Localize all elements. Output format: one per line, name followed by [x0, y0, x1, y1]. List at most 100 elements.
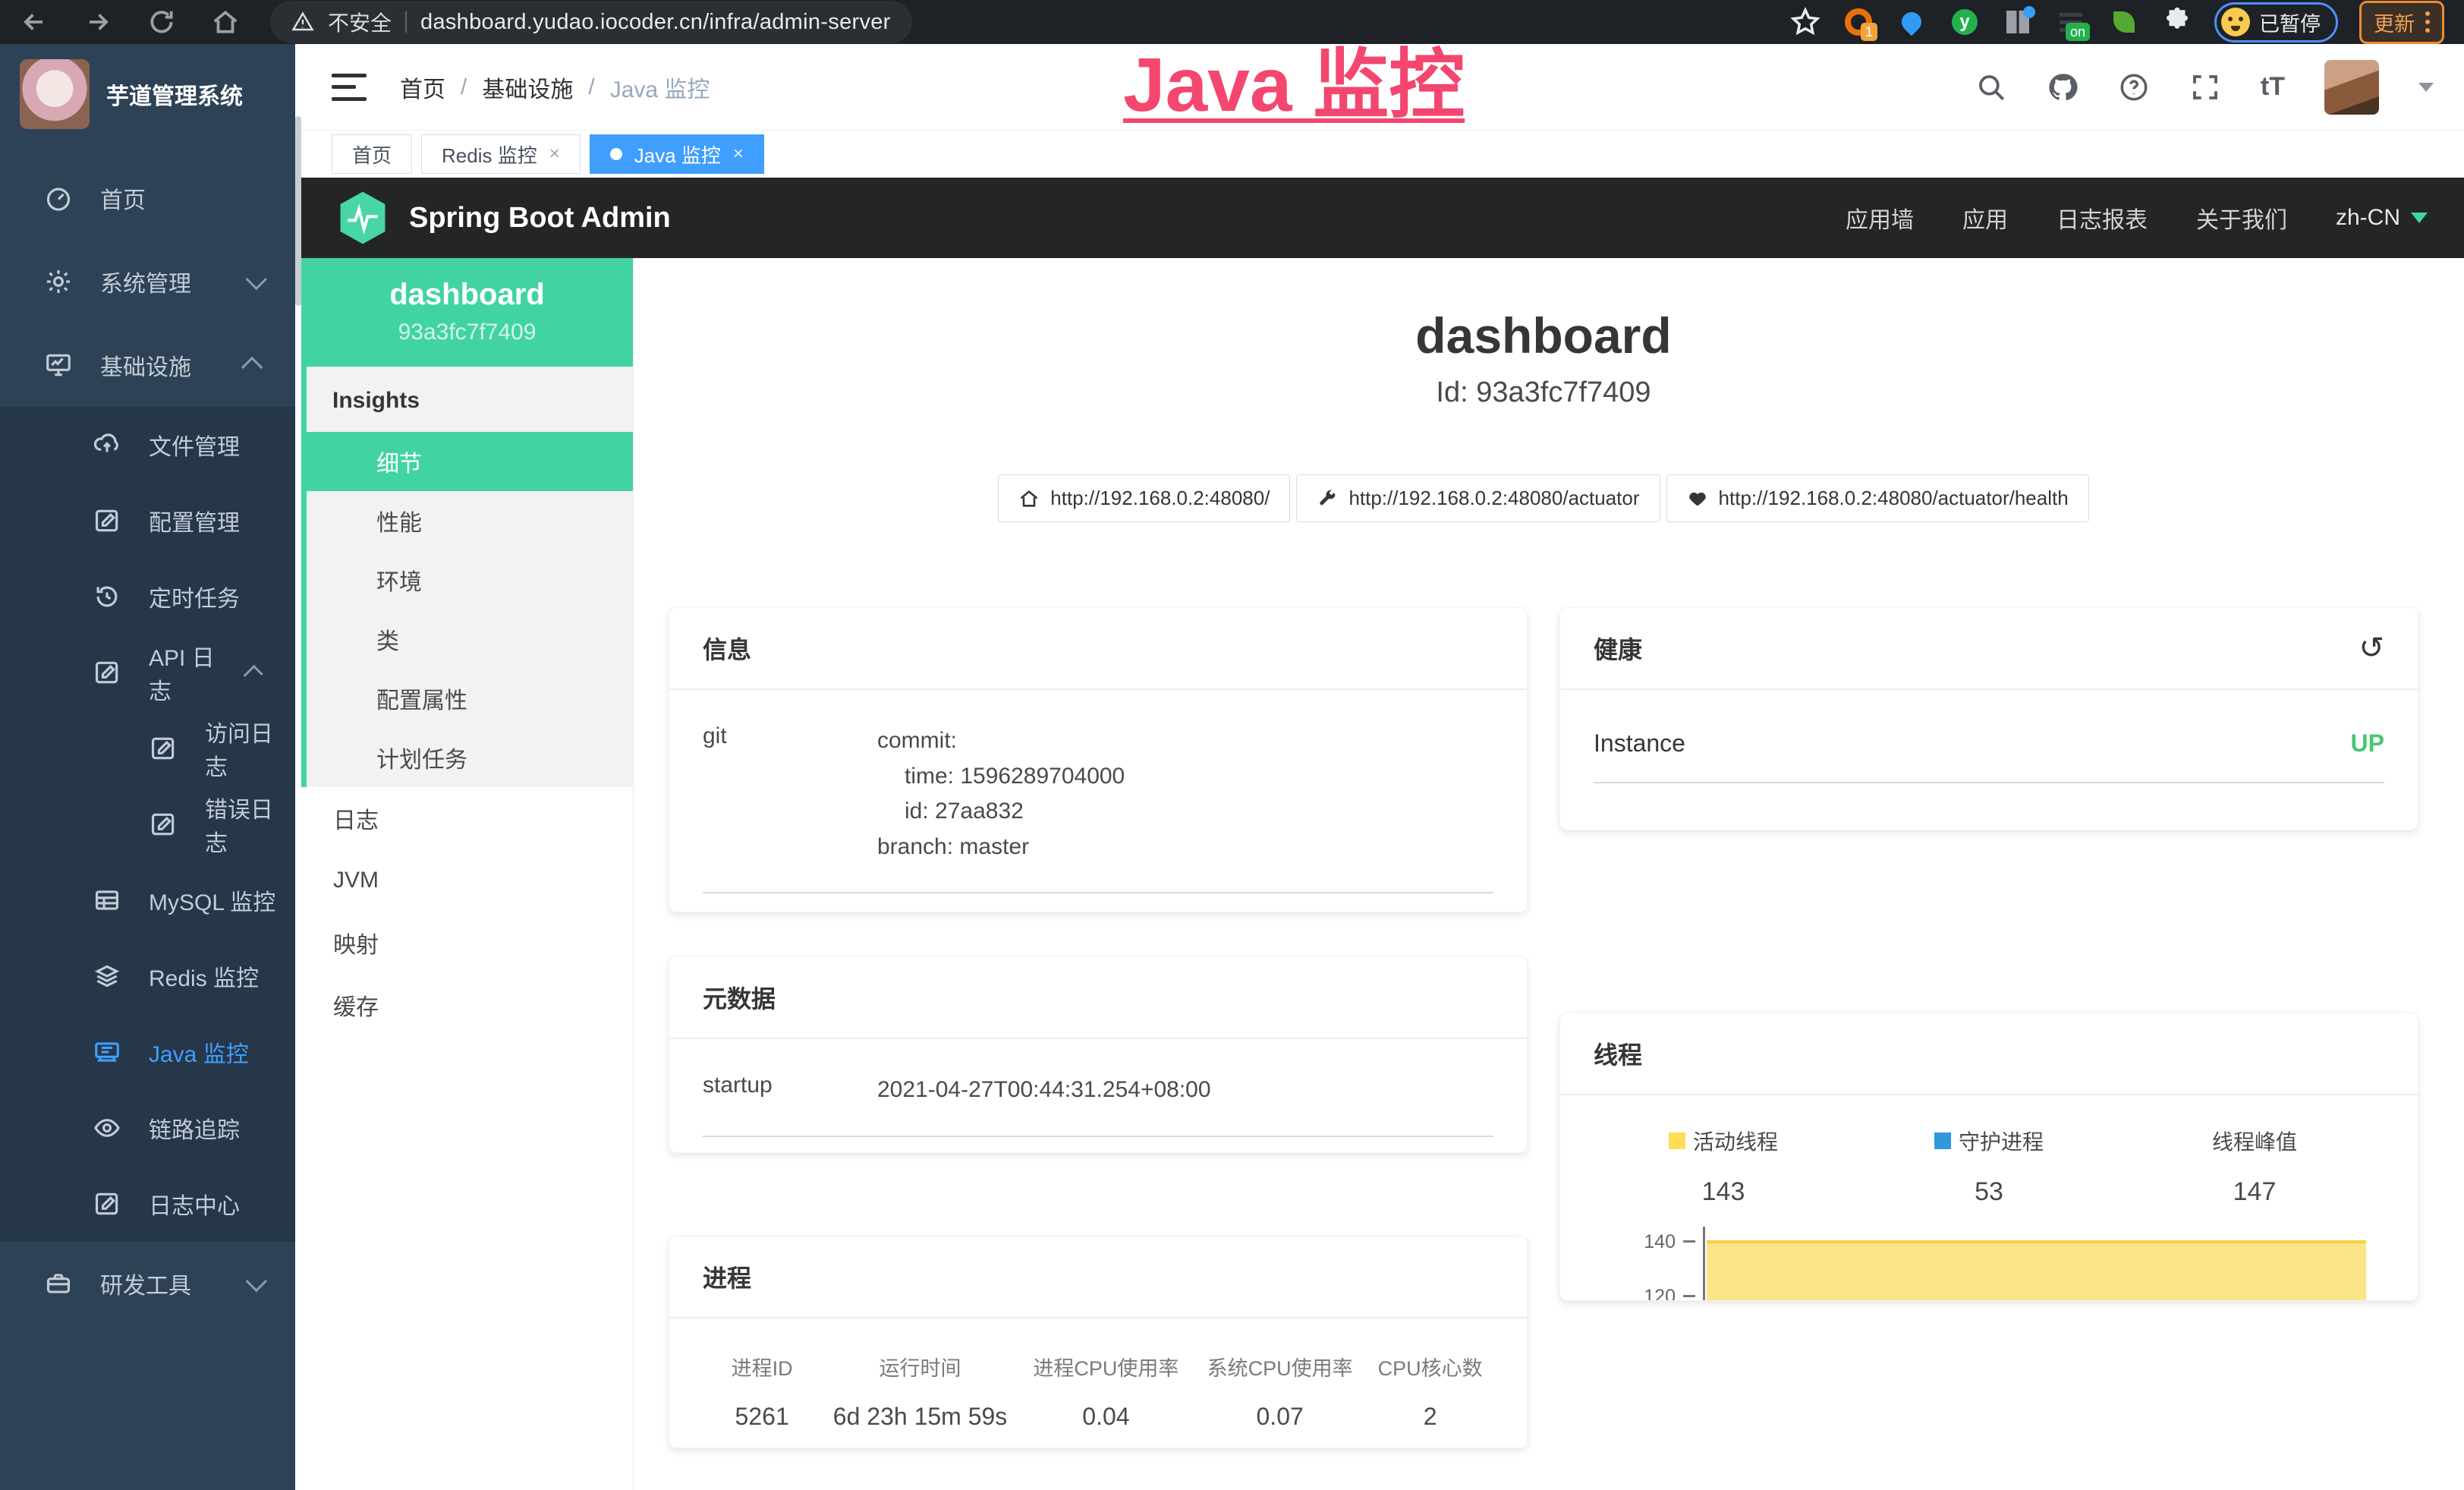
sba-menu-logs[interactable]: 日志 — [301, 787, 633, 849]
y-axis-tickmark — [1683, 1295, 1695, 1297]
extension-colorpicker-icon[interactable]: 1 — [1842, 6, 1874, 38]
not-secure-warning-icon — [291, 11, 314, 33]
sidebar-item-system-mgmt[interactable]: 系统管理 — [0, 240, 295, 323]
process-proc-cpu-value: 0.04 — [1019, 1403, 1193, 1431]
sba-menu-config-props[interactable]: 配置属性 — [307, 669, 633, 728]
monitor-chart-icon — [44, 351, 73, 380]
sidebar-item-error-logs[interactable]: 错误日志 — [0, 786, 295, 862]
sba-menu-details[interactable]: 细节 — [307, 432, 633, 491]
sidebar-collapse-icon[interactable] — [332, 74, 367, 101]
metadata-startup-row: startup 2021-04-27T00:44:31.254+08:00 — [703, 1073, 1493, 1137]
reload-icon[interactable] — [147, 8, 176, 36]
bookmark-star-icon[interactable] — [1789, 6, 1821, 38]
sidebar-item-mysql-monitor[interactable]: MySQL 监控 — [0, 862, 295, 938]
git-branch-line: branch: master — [877, 830, 1125, 865]
help-icon[interactable] — [2118, 71, 2150, 103]
text-size-icon[interactable]: tT — [2261, 72, 2285, 102]
sidebar-item-tracing[interactable]: 链路追踪 — [0, 1090, 295, 1166]
y-axis-tickmark — [1683, 1240, 1695, 1243]
y-axis-tick-140: 140 — [1616, 1231, 1676, 1253]
sidebar-item-dev-tools[interactable]: 研发工具 — [0, 1242, 295, 1325]
sba-nav-wallboard[interactable]: 应用墙 — [1846, 201, 1914, 235]
breadcrumb-section[interactable]: 基础设施 — [482, 71, 573, 104]
infrastructure-submenu: 文件管理 配置管理 定时任务 API 日志 — [0, 407, 295, 1242]
extension-switch-on-icon[interactable]: on — [2055, 6, 2087, 38]
browser-update-button[interactable]: 更新 — [2359, 1, 2444, 44]
home-nav-icon[interactable] — [211, 8, 240, 36]
sba-menu-metrics[interactable]: 性能 — [307, 491, 633, 550]
profile-emoji-icon — [2221, 8, 2250, 36]
sba-instance-header[interactable]: dashboard 93a3fc7f7409 — [301, 258, 633, 367]
extension-grid-icon[interactable] — [2002, 6, 2034, 38]
browser-profile-chip[interactable]: 已暂停 — [2214, 2, 2338, 43]
sidebar-item-redis-monitor[interactable]: Redis 监控 — [0, 938, 295, 1014]
peak-threads-value: 147 — [2122, 1177, 2387, 1207]
user-avatar[interactable] — [2324, 60, 2379, 115]
annotation-java-monitor: Java 监控 — [1123, 23, 1465, 133]
sba-menu-caches[interactable]: 缓存 — [301, 974, 633, 1036]
process-col-cores-label: CPU核心数 — [1367, 1352, 1493, 1381]
forward-icon[interactable] — [83, 8, 112, 36]
sba-nav-applications[interactable]: 应用 — [1962, 201, 2008, 235]
chevron-up-icon — [244, 665, 263, 685]
legend-active-threads-label[interactable]: 活动线程 — [1693, 1126, 1778, 1156]
endpoint-health-url[interactable]: http://192.168.0.2:48080/actuator/health — [1666, 474, 2089, 522]
legend-peak-threads-label[interactable]: 线程峰值 — [2212, 1126, 2297, 1156]
close-icon[interactable]: × — [733, 143, 744, 165]
spring-boot-admin-logo — [338, 191, 388, 245]
info-key: git — [703, 723, 877, 865]
sba-navbar: Spring Boot Admin 应用墙 应用 日志报表 关于我们 zh-CN — [301, 178, 2464, 258]
fullscreen-icon[interactable] — [2189, 71, 2221, 103]
scrollbar-track[interactable] — [295, 44, 301, 1490]
search-icon[interactable] — [1975, 71, 2007, 103]
health-history-icon[interactable]: ↺ — [2359, 631, 2384, 666]
endpoint-actuator-url[interactable]: http://192.168.0.2:48080/actuator — [1296, 474, 1660, 522]
sidebar-item-infrastructure[interactable]: 基础设施 — [0, 323, 295, 407]
back-icon[interactable] — [20, 8, 49, 36]
app-logo-row[interactable]: 芋道管理系统 — [0, 44, 295, 144]
endpoint-service-url[interactable]: http://192.168.0.2:48080/ — [998, 474, 1290, 522]
extension-pin-icon[interactable] — [1896, 6, 1927, 38]
extension-leaf-icon[interactable] — [2108, 6, 2140, 38]
sba-menu-classes[interactable]: 类 — [307, 610, 633, 669]
health-instance-row[interactable]: Instance UP — [1594, 729, 2384, 783]
sidebar-item-access-logs[interactable]: 访问日志 — [0, 710, 295, 786]
address-bar[interactable]: 不安全 dashboard.yudao.iocoder.cn/infra/adm… — [270, 1, 912, 43]
sba-nav-about[interactable]: 关于我们 — [2196, 201, 2287, 235]
legend-daemon-threads-label[interactable]: 守护进程 — [1959, 1126, 2044, 1156]
process-col-uptime-label: 运行时间 — [821, 1352, 1019, 1381]
sba-menu-environment[interactable]: 环境 — [307, 550, 633, 610]
page-title: dashboard — [669, 307, 2418, 364]
sidebar-item-file-mgmt[interactable]: 文件管理 — [0, 407, 295, 483]
sidebar-item-scheduled-jobs[interactable]: 定时任务 — [0, 559, 295, 635]
timer-icon — [93, 582, 121, 611]
sba-menu-jvm[interactable]: JVM — [301, 849, 633, 912]
sba-brand-title[interactable]: Spring Boot Admin — [409, 202, 671, 235]
sba-menu-mappings[interactable]: 映射 — [301, 912, 633, 974]
avatar-caret-icon[interactable] — [2418, 83, 2434, 92]
sidebar-item-home[interactable]: 首页 — [0, 156, 295, 240]
sidebar-item-log-center[interactable]: 日志中心 — [0, 1166, 295, 1242]
sidebar-item-api-logs[interactable]: API 日志 — [0, 635, 295, 710]
sba-menu-scheduled-tasks[interactable]: 计划任务 — [307, 728, 633, 787]
extension-y-icon[interactable]: y — [1949, 6, 1981, 38]
sba-language-select[interactable]: zh-CN — [2336, 205, 2428, 231]
tab-java-monitor[interactable]: Java 监控 × — [590, 134, 764, 174]
metadata-card-title: 元数据 — [703, 980, 776, 1015]
browser-menu-kebab-icon[interactable] — [2425, 11, 2430, 33]
sidebar-item-java-monitor[interactable]: Java 监控 — [0, 1014, 295, 1090]
y-axis-line — [1703, 1227, 1705, 1301]
breadcrumb-home[interactable]: 首页 — [400, 71, 445, 104]
sidebar-item-config-mgmt[interactable]: 配置管理 — [0, 483, 295, 559]
close-icon[interactable]: × — [549, 143, 560, 165]
briefcase-icon — [44, 1269, 73, 1298]
github-icon[interactable] — [2047, 71, 2079, 103]
extensions-puzzle-icon[interactable] — [2161, 6, 2193, 38]
sba-nav-journal[interactable]: 日志报表 — [2056, 201, 2148, 235]
tab-home[interactable]: 首页 — [332, 134, 412, 174]
tab-redis-monitor[interactable]: Redis 监控 × — [421, 134, 581, 174]
info-git-row: git commit: time: 1596289704000 id: 27aa… — [703, 723, 1493, 893]
gear-icon — [44, 267, 73, 296]
scrollbar-thumb[interactable] — [295, 116, 301, 306]
threads-legend: 活动线程 143 守护进程 — [1591, 1118, 2387, 1207]
